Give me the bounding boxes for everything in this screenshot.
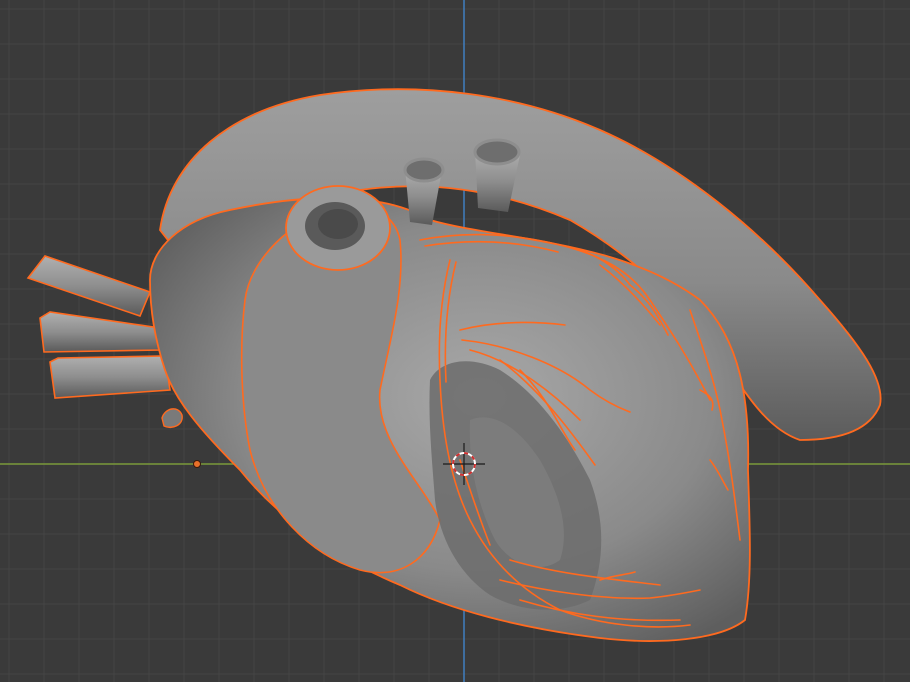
pulmonary-vein-upper	[26, 255, 152, 317]
object-origin-dot[interactable]	[193, 460, 201, 468]
pulmonary-vein-lower	[49, 355, 171, 399]
atrial-appendage-nub	[161, 408, 183, 429]
heart-model[interactable]	[26, 88, 882, 642]
pulmonary-vein-middle	[39, 311, 163, 353]
branch-tube-right-opening	[473, 138, 521, 166]
viewport-scene[interactable]	[0, 0, 910, 682]
vena-cava-inner	[318, 209, 358, 239]
branch-tube-left-opening	[403, 157, 445, 183]
3d-viewport[interactable]	[0, 0, 910, 682]
